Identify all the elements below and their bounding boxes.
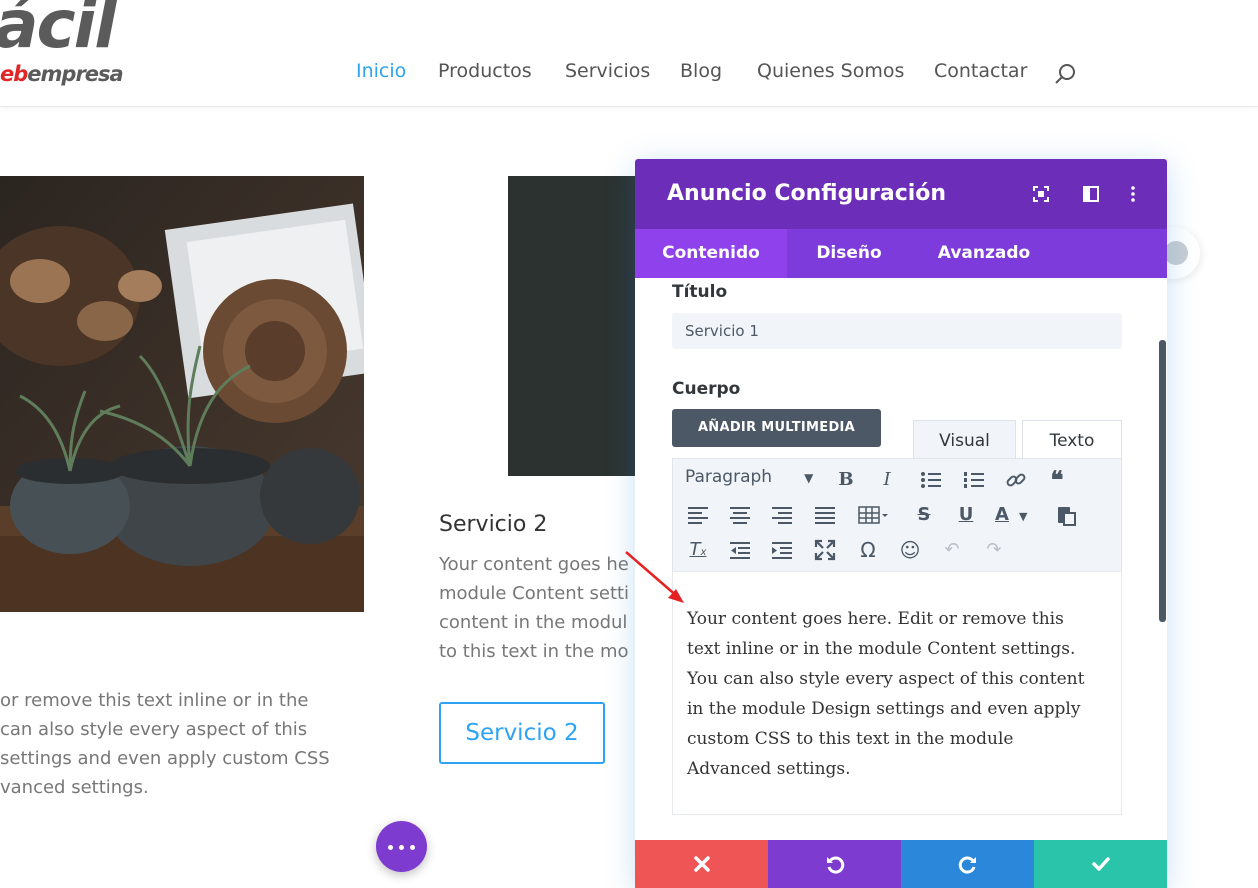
format-select[interactable]: Paragraph ▼ bbox=[685, 467, 813, 487]
numbered-list-icon[interactable] bbox=[961, 467, 987, 493]
redo-icon[interactable]: ↷ bbox=[981, 537, 1007, 563]
bold-icon[interactable]: B bbox=[833, 467, 859, 493]
panel-header: Anuncio Configuración bbox=[635, 159, 1167, 229]
dot-icon bbox=[388, 845, 393, 850]
editor-line: custom CSS to this text in the module bbox=[687, 729, 1014, 749]
add-media-button[interactable]: AÑADIR MULTIMEDIA bbox=[672, 409, 881, 447]
editor-line: text inline or in the module Content set… bbox=[687, 639, 1076, 659]
logo-sub-rest: empresa bbox=[27, 62, 123, 86]
service2-image bbox=[508, 176, 636, 476]
chevron-down-icon: ▼ bbox=[804, 471, 814, 485]
expand-icon[interactable] bbox=[1032, 185, 1050, 203]
emoji-icon[interactable]: ☺ bbox=[897, 537, 923, 563]
service1-text: or remove this text inline or in the can… bbox=[0, 686, 360, 802]
tab-texto[interactable]: Texto bbox=[1022, 420, 1122, 458]
editor-line: in the module Design settings and even a… bbox=[687, 699, 1081, 719]
more-options-button[interactable] bbox=[376, 821, 427, 872]
strikethrough-icon[interactable]: S bbox=[911, 502, 937, 528]
service1-text-line: can also style every aspect of this bbox=[0, 719, 308, 740]
underline-icon[interactable]: U bbox=[953, 502, 979, 528]
panel-footer bbox=[635, 840, 1167, 888]
service2-button[interactable]: Servicio 2 bbox=[439, 702, 605, 764]
panel-tabs: Contenido Diseño Avanzado bbox=[635, 229, 1167, 278]
blockquote-icon[interactable]: ❝ bbox=[1044, 467, 1070, 493]
rich-text-editor[interactable]: Your content goes here. Edit or remove t… bbox=[672, 571, 1122, 815]
panel-body: Título Cuerpo AÑADIR MULTIMEDIA Visual T… bbox=[635, 278, 1167, 840]
align-center-icon[interactable] bbox=[727, 502, 753, 528]
service2-text-line: module Content setti bbox=[439, 583, 630, 604]
cancel-button[interactable] bbox=[635, 840, 768, 888]
panel-scrollbar[interactable] bbox=[1159, 340, 1166, 622]
indent-icon[interactable] bbox=[769, 537, 795, 563]
search-icon[interactable] bbox=[1053, 62, 1077, 86]
special-char-icon[interactable]: Ω bbox=[855, 537, 881, 563]
undo-button[interactable] bbox=[768, 840, 901, 888]
nav-quienes-somos[interactable]: Quienes Somos bbox=[757, 60, 904, 82]
service1-text-line: settings and even apply custom CSS bbox=[0, 748, 330, 769]
service2-text-line: to this text in the mo bbox=[439, 641, 629, 662]
paste-icon[interactable] bbox=[1053, 502, 1079, 528]
more-vert-icon[interactable] bbox=[1124, 185, 1142, 203]
logo-text[interactable]: ácil bbox=[0, 0, 117, 58]
plants-photo bbox=[0, 176, 364, 612]
editor-line: Your content goes here. Edit or remove t… bbox=[687, 609, 1064, 629]
body-label: Cuerpo bbox=[672, 379, 741, 399]
globe-icon bbox=[1164, 241, 1188, 265]
nav-inicio[interactable]: Inicio bbox=[356, 60, 406, 82]
tab-visual[interactable]: Visual bbox=[913, 420, 1016, 458]
service1-text-line: vanced settings. bbox=[0, 777, 149, 798]
module-settings-panel: Anuncio Configuración Contenido Diseño A… bbox=[635, 159, 1167, 888]
dot-icon bbox=[399, 845, 404, 850]
editor-line: Advanced settings. bbox=[687, 759, 851, 779]
site-header: ácil ebempresa Inicio Productos Servicio… bbox=[0, 0, 1258, 106]
text-color-icon[interactable]: A ▼ bbox=[995, 502, 1035, 528]
align-left-icon[interactable] bbox=[685, 502, 711, 528]
format-select-value: Paragraph bbox=[685, 467, 773, 487]
close-icon bbox=[694, 856, 710, 872]
logo-subtext[interactable]: ebempresa bbox=[0, 62, 124, 86]
service2-title: Servicio 2 bbox=[439, 512, 548, 537]
editor-toolbar: Paragraph ▼ B I ❝ S U A ▼ Tx Ω ☺ ↶ ↷ bbox=[672, 458, 1122, 571]
tab-diseno[interactable]: Diseño bbox=[787, 229, 911, 278]
logo-sub-red: eb bbox=[0, 62, 28, 86]
justify-icon[interactable] bbox=[812, 502, 838, 528]
nav-productos[interactable]: Productos bbox=[438, 60, 532, 82]
nav-blog[interactable]: Blog bbox=[680, 60, 722, 82]
nav-servicios[interactable]: Servicios bbox=[565, 60, 650, 82]
undo-icon[interactable]: ↶ bbox=[939, 537, 965, 563]
save-button[interactable] bbox=[1034, 840, 1167, 888]
editor-line: You can also style every aspect of this … bbox=[687, 669, 1085, 689]
service1-text-line: or remove this text inline or in the bbox=[0, 690, 309, 711]
service2-text-line: content in the modul bbox=[439, 612, 628, 633]
redo-button[interactable] bbox=[901, 840, 1034, 888]
italic-icon[interactable]: I bbox=[874, 467, 900, 493]
align-right-icon[interactable] bbox=[769, 502, 795, 528]
fullscreen-icon[interactable] bbox=[812, 537, 838, 563]
undo-icon bbox=[827, 856, 845, 874]
table-icon[interactable] bbox=[855, 502, 893, 528]
link-icon[interactable] bbox=[1003, 467, 1029, 493]
outdent-icon[interactable] bbox=[727, 537, 753, 563]
bullet-list-icon[interactable] bbox=[918, 467, 944, 493]
title-input[interactable] bbox=[672, 313, 1122, 349]
title-label: Título bbox=[672, 282, 728, 302]
tab-avanzado[interactable]: Avanzado bbox=[911, 229, 1057, 278]
split-view-icon[interactable] bbox=[1082, 185, 1100, 203]
service2-text-line: Your content goes he bbox=[439, 554, 629, 575]
check-icon bbox=[1092, 857, 1110, 871]
nav-contactar[interactable]: Contactar bbox=[934, 60, 1027, 82]
dot-icon bbox=[410, 845, 415, 850]
annotation-arrow-icon bbox=[625, 551, 684, 603]
service2-text: Your content goes he module Content sett… bbox=[439, 550, 635, 666]
panel-title: Anuncio Configuración bbox=[667, 181, 947, 206]
tab-contenido[interactable]: Contenido bbox=[635, 229, 787, 278]
redo-icon bbox=[958, 856, 976, 874]
